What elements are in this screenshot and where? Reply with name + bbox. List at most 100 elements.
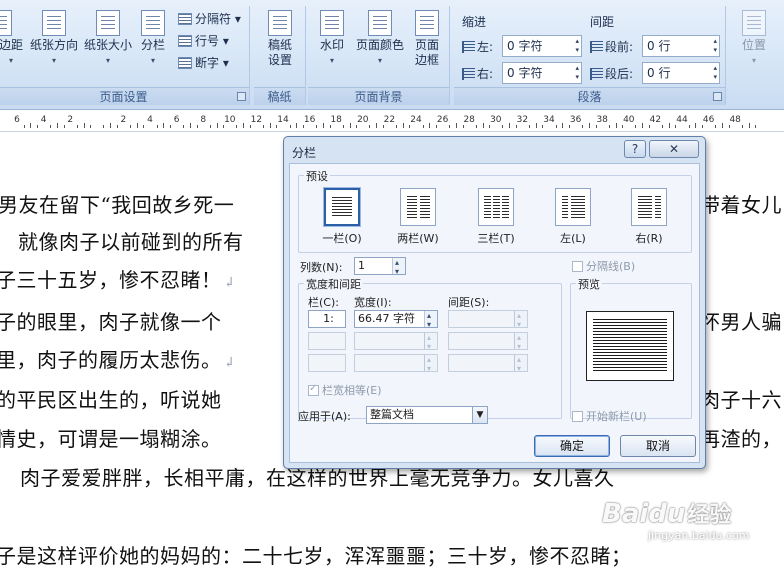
- column-2-spacing-input[interactable]: [448, 330, 528, 355]
- ruler-tick: [183, 125, 185, 128]
- breaks-button[interactable]: 分隔符 ▾: [178, 11, 241, 28]
- column-1-width-input[interactable]: 66.47 字符: [354, 308, 438, 333]
- ruler-number: 28: [463, 115, 475, 125]
- spinner-icon[interactable]: [392, 255, 405, 280]
- separator-line-checkbox[interactable]: 分隔线(B): [572, 258, 635, 274]
- preview-page-image: [586, 311, 674, 381]
- position-button[interactable]: 位置 ▾: [736, 10, 772, 68]
- ruler-tick: [382, 125, 384, 128]
- width-spacing-label: 宽度和间距: [304, 276, 363, 292]
- doc-line: 的平民区出生的，听说她: [0, 388, 222, 412]
- spinner-icon[interactable]: [514, 308, 527, 333]
- apply-to-select[interactable]: 整篇文档 ▼: [366, 406, 488, 424]
- page-border-button[interactable]: 页面 边框: [410, 10, 444, 68]
- preview-label: 预览: [576, 276, 602, 292]
- spacing-after-row: 段后: 0 行 ▴ ▾: [590, 62, 722, 84]
- dropdown-arrow-icon: ▾: [105, 56, 110, 65]
- num-columns-label: 列数(N):: [300, 261, 343, 274]
- ruler-tick: [701, 125, 703, 128]
- draft-settings-button[interactable]: 稿纸 设置: [260, 10, 300, 68]
- size-button[interactable]: 纸张大小 ▾: [82, 10, 134, 68]
- preset-three-columns[interactable]: 三栏(T): [476, 188, 516, 246]
- ruler-tick: [23, 125, 25, 128]
- columns-button[interactable]: 分栏 ▾: [138, 10, 168, 68]
- ruler-number: 32: [516, 115, 529, 125]
- spinner-icon[interactable]: [514, 352, 527, 377]
- ruler-tick: [482, 123, 484, 128]
- column-3-width-input[interactable]: [354, 352, 438, 377]
- margins-button[interactable]: 边距 ▾: [0, 10, 24, 68]
- spinner-icon[interactable]: ▴ ▾: [713, 37, 717, 55]
- close-button[interactable]: ✕: [649, 140, 699, 158]
- cancel-button[interactable]: 取消: [620, 435, 696, 457]
- num-columns-input[interactable]: 1: [354, 255, 406, 280]
- spinner-icon[interactable]: [424, 352, 437, 377]
- ruler-tick: [316, 125, 318, 128]
- ruler-number: 18: [330, 115, 342, 125]
- ruler-number: 36: [569, 115, 582, 125]
- columns-dialog: 分栏 ? ✕ 预设 一栏(O) 两栏(W) 三栏(T) 左(L) 右(R) 列数…: [283, 136, 706, 469]
- equal-width-checkbox[interactable]: 栏宽相等(E): [308, 382, 382, 398]
- line-numbers-button[interactable]: 行号 ▾: [178, 33, 229, 50]
- ruler-tick: [455, 123, 457, 128]
- column-1-spacing-input[interactable]: [448, 308, 528, 333]
- watermark-button[interactable]: 水印 ▾: [314, 10, 350, 68]
- ruler-tick: [349, 123, 351, 128]
- spacing-header: 间距: [590, 15, 615, 29]
- spinner-icon[interactable]: ▴ ▾: [575, 37, 579, 55]
- ruler-tick: [422, 125, 424, 128]
- ruler-number: 42: [649, 115, 662, 125]
- spinner-icon[interactable]: [424, 308, 437, 333]
- paragraph-launcher-icon[interactable]: ↘: [713, 92, 722, 101]
- chevron-down-icon[interactable]: ▼: [472, 407, 487, 423]
- doc-line-right: 肉子十六: [700, 388, 782, 412]
- ruler-tick: [143, 125, 145, 128]
- indent-header: 缩进: [462, 15, 487, 29]
- ruler-tick: [236, 125, 238, 128]
- ruler-tick: [509, 123, 511, 128]
- page-color-button[interactable]: 页面颜色 ▾: [354, 10, 406, 68]
- column-2-width-input[interactable]: [354, 330, 438, 355]
- ruler-tick: [728, 125, 730, 128]
- spacing-after-icon: [590, 68, 603, 80]
- ruler-tick: [608, 125, 610, 128]
- preset-left[interactable]: 左(L): [553, 188, 593, 246]
- help-button[interactable]: ?: [624, 140, 646, 158]
- ruler-tick: [223, 125, 225, 128]
- preset-one-column[interactable]: 一栏(O): [322, 187, 362, 246]
- ruler-number: 4: [40, 115, 47, 125]
- spinner-icon[interactable]: [424, 330, 437, 355]
- ruler-tick: [635, 125, 637, 128]
- ruler-number: 46: [702, 115, 715, 125]
- column-3-spacing-input[interactable]: [448, 352, 528, 377]
- start-new-column-checkbox[interactable]: 开始新栏(U): [572, 408, 647, 424]
- ruler-tick: [568, 125, 570, 128]
- dropdown-arrow-icon: ▾: [751, 56, 756, 65]
- spacing-after-input[interactable]: 0 行 ▴ ▾: [642, 62, 720, 84]
- ruler-tick: [76, 125, 78, 128]
- ruler-tick: [475, 125, 477, 128]
- page-border-icon: [415, 10, 439, 36]
- ruler-tick: [409, 125, 411, 128]
- ruler-tick: [755, 125, 757, 128]
- ruler-tick: [276, 125, 278, 128]
- spinner-icon[interactable]: ▴ ▾: [713, 64, 717, 82]
- spacing-before-input[interactable]: 0 行 ▴ ▾: [642, 35, 720, 57]
- spinner-icon[interactable]: [514, 330, 527, 355]
- dropdown-arrow-icon: ▾: [8, 56, 13, 65]
- ruler-tick: [130, 125, 132, 128]
- horizontal-ruler[interactable]: 6 4 2 2 4 6 8 10 12 14 16 18 20 22 24 26 28 30 32 34 36 38 40 4…: [0, 112, 784, 132]
- preset-two-columns[interactable]: 两栏(W): [397, 188, 439, 246]
- preset-right[interactable]: 右(R): [629, 188, 669, 246]
- ruler-tick: [449, 125, 451, 128]
- spinner-icon[interactable]: ▴ ▾: [575, 64, 579, 82]
- ruler-tick: [622, 125, 624, 128]
- orientation-button[interactable]: 纸张方向 ▾: [28, 10, 80, 68]
- page-setup-launcher-icon[interactable]: ↘: [237, 92, 246, 101]
- column-2-number: [308, 332, 346, 350]
- indent-right-input[interactable]: 0 字符 ▴ ▾: [502, 62, 582, 84]
- indent-left-input[interactable]: 0 字符 ▴ ▾: [502, 35, 582, 57]
- left-columns-icon: [555, 188, 591, 226]
- hyphenation-button[interactable]: 断字 ▾: [178, 55, 229, 72]
- ok-button[interactable]: 确定: [534, 435, 610, 457]
